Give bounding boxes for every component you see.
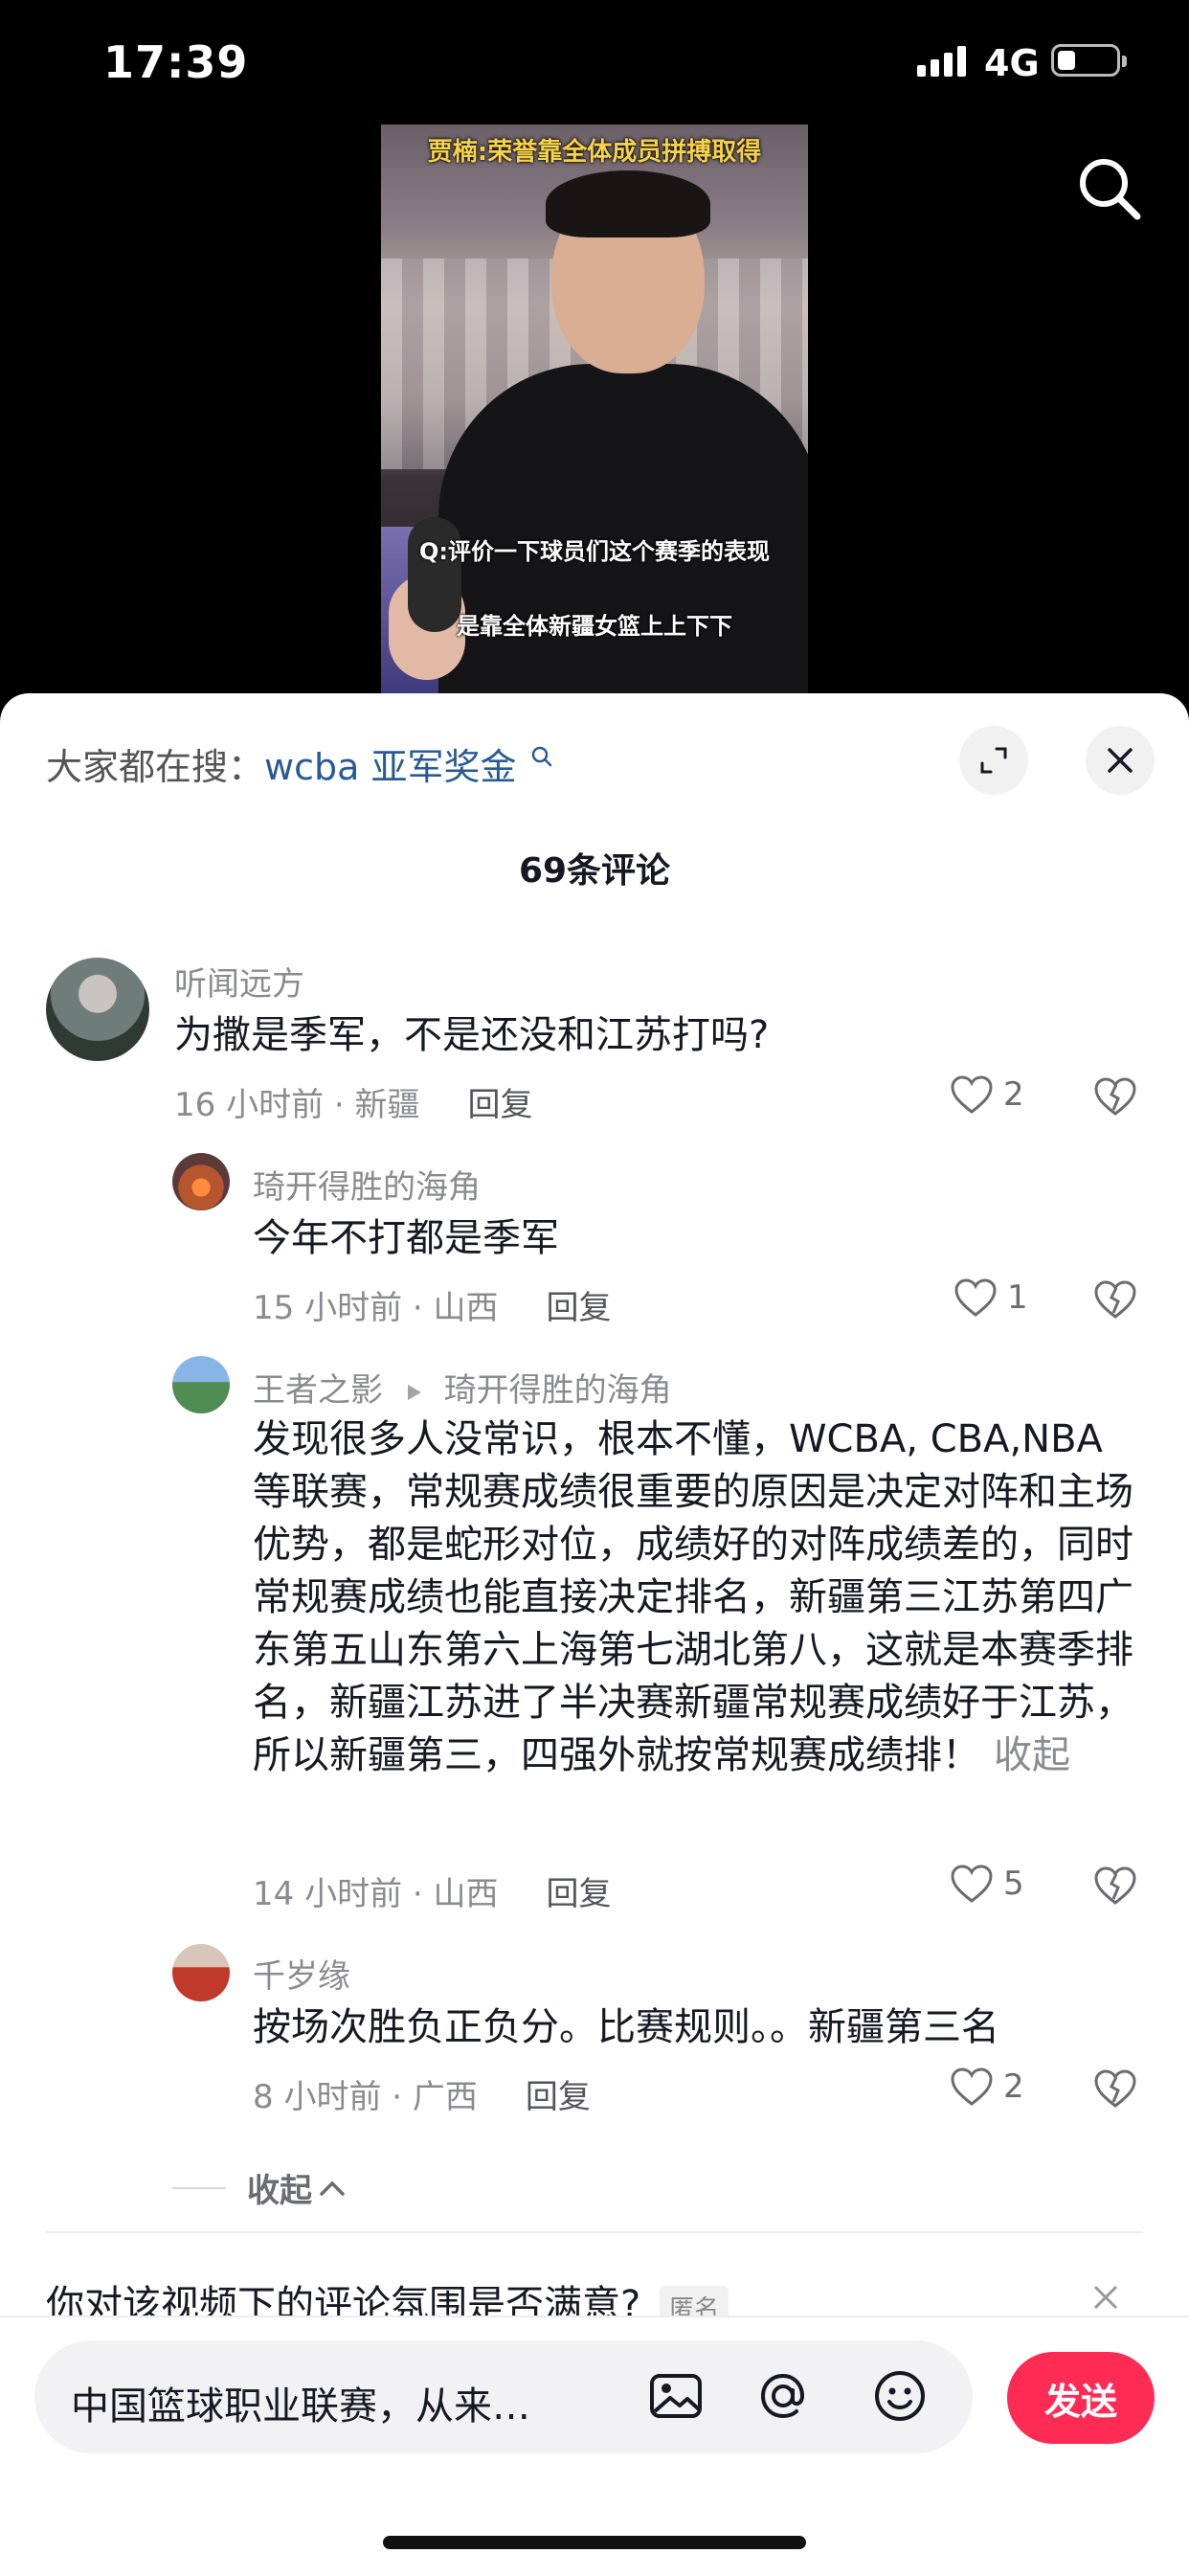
video-caption-title: 贾楠:荣誉靠全体成员拼搏取得 [427, 138, 762, 167]
avatar[interactable] [172, 1944, 230, 2001]
reply-button[interactable]: 回复 [547, 1875, 612, 1913]
suggestion-keyword[interactable]: wcba 亚军奖金 [264, 746, 516, 788]
status-bar: 17:39 4G [0, 0, 1189, 124]
dislike-icon[interactable] [1093, 1279, 1137, 1320]
comment-input-bar: 中国篮球职业联赛，从来… 发送 [0, 2316, 1189, 2576]
comment-text: 今年不打都是季军 [253, 1216, 559, 1260]
network-label: 4G [984, 42, 1040, 84]
reply-button[interactable]: 回复 [526, 2078, 591, 2116]
comment-meta: 15 小时前 · 山西 回复 [253, 1281, 612, 1328]
status-time: 17:39 [103, 36, 249, 88]
reply-button[interactable]: 回复 [547, 1289, 612, 1327]
comment-body: 发现很多人没常识，根本不懂，WCBA, CBA,NBA 等联赛，常规赛成绩很重要… [253, 1417, 1133, 1777]
like-count: 1 [1007, 1278, 1028, 1317]
expand-button[interactable] [959, 726, 1028, 795]
close-icon [1108, 748, 1133, 773]
heart-icon [951, 2068, 993, 2106]
expand-icon [980, 747, 1007, 774]
comment-meta: 14 小时前 · 山西 回复 [253, 1867, 612, 1914]
comment-count: 69条评论 [518, 851, 671, 891]
collapse-text-button[interactable]: 收起 [994, 1733, 1070, 1777]
like-count: 2 [1003, 2068, 1024, 2106]
like-button[interactable]: 5 [950, 1864, 1024, 1904]
comment-text: 按场次胜负正负分。比赛规则。。新疆第三名 [253, 2005, 999, 2049]
reply-to-name[interactable]: 琦开得胜的海角 [444, 1371, 672, 1410]
heart-icon [951, 1864, 993, 1903]
comment-input-text[interactable]: 中国篮球职业联赛，从来… [71, 2375, 530, 2430]
collapse-replies-button[interactable]: 收起 [172, 2164, 347, 2211]
emoji-icon[interactable] [871, 2367, 929, 2425]
search-icon [531, 746, 551, 767]
like-button[interactable]: 1 [953, 1277, 1028, 1318]
video-person-body [438, 364, 808, 693]
like-count: 2 [1003, 1075, 1024, 1114]
like-button[interactable]: 2 [950, 2067, 1024, 2107]
comment-time-location: 8 小时前 · 广西 [253, 2078, 478, 2116]
dislike-icon[interactable] [1093, 1076, 1137, 1117]
comment-time-location: 15 小时前 · 山西 [253, 1289, 499, 1327]
close-icon[interactable] [1091, 2283, 1120, 2312]
search-icon[interactable] [1076, 155, 1143, 222]
signal-icon [917, 46, 966, 77]
video-caption-question: Q:评价一下球员们这个赛季的表现 [419, 538, 770, 565]
comment-author[interactable]: 琦开得胜的海角 [253, 1161, 481, 1208]
avatar[interactable] [172, 1153, 230, 1210]
like-count: 5 [1003, 1864, 1024, 1903]
send-button[interactable]: 发送 [1007, 2352, 1155, 2444]
image-icon[interactable] [647, 2367, 705, 2425]
section-divider [46, 2231, 1143, 2233]
reply-button[interactable]: 回复 [468, 1086, 533, 1124]
comment-author[interactable]: 千岁缘 [253, 1950, 350, 1997]
dislike-icon[interactable] [1093, 1865, 1137, 1906]
comment-author: 王者之影 琦开得胜的海角 [253, 1364, 672, 1411]
heart-icon [951, 1075, 993, 1114]
divider-line [172, 2186, 226, 2189]
comment-time-location: 14 小时前 · 山西 [253, 1875, 499, 1913]
avatar[interactable] [172, 1356, 230, 1413]
avatar[interactable] [46, 958, 149, 1061]
dislike-icon[interactable] [1093, 2068, 1137, 2109]
heart-icon [954, 1278, 997, 1317]
play-arrow-icon [407, 1384, 421, 1400]
mention-icon[interactable] [754, 2367, 812, 2425]
suggestion-prefix: 大家都在搜： [46, 746, 265, 788]
comment-meta: 8 小时前 · 广西 回复 [253, 2070, 591, 2117]
comment-author-name[interactable]: 王者之影 [253, 1371, 383, 1410]
comment-text: 为撒是季军，不是还没和江苏打吗? [174, 1013, 770, 1057]
comment-time-location: 16 小时前 · 新疆 [174, 1086, 420, 1124]
like-button[interactable]: 2 [950, 1074, 1024, 1115]
home-indicator [383, 2536, 806, 2549]
video-person-hair [546, 170, 710, 237]
video-player[interactable]: 贾楠:荣誉靠全体成员拼搏取得 Q:评价一下球员们这个赛季的表现 是靠全体新疆女篮… [381, 124, 808, 693]
battery-icon [1051, 44, 1127, 77]
video-caption-answer: 是靠全体新疆女篮上上下下 [457, 613, 732, 640]
comment-input[interactable]: 中国篮球职业联赛，从来… [34, 2340, 973, 2453]
collapse-label: 收起 [247, 2172, 312, 2210]
comment-author[interactable]: 听闻远方 [174, 958, 304, 1005]
search-suggestion[interactable]: 大家都在搜：wcba 亚军奖金 [46, 737, 553, 790]
comment-meta: 16 小时前 · 新疆 回复 [174, 1078, 533, 1125]
chevron-up-icon [320, 2181, 345, 2196]
comment-text: 发现很多人没常识，根本不懂，WCBA, CBA,NBA 等联赛，常规赛成绩很重要… [253, 1413, 1133, 1782]
close-button[interactable] [1086, 726, 1155, 795]
comment-panel: 大家都在搜：wcba 亚军奖金 69条评论 听闻远方 为撒是季军，不是还没和江苏… [0, 693, 1189, 2574]
